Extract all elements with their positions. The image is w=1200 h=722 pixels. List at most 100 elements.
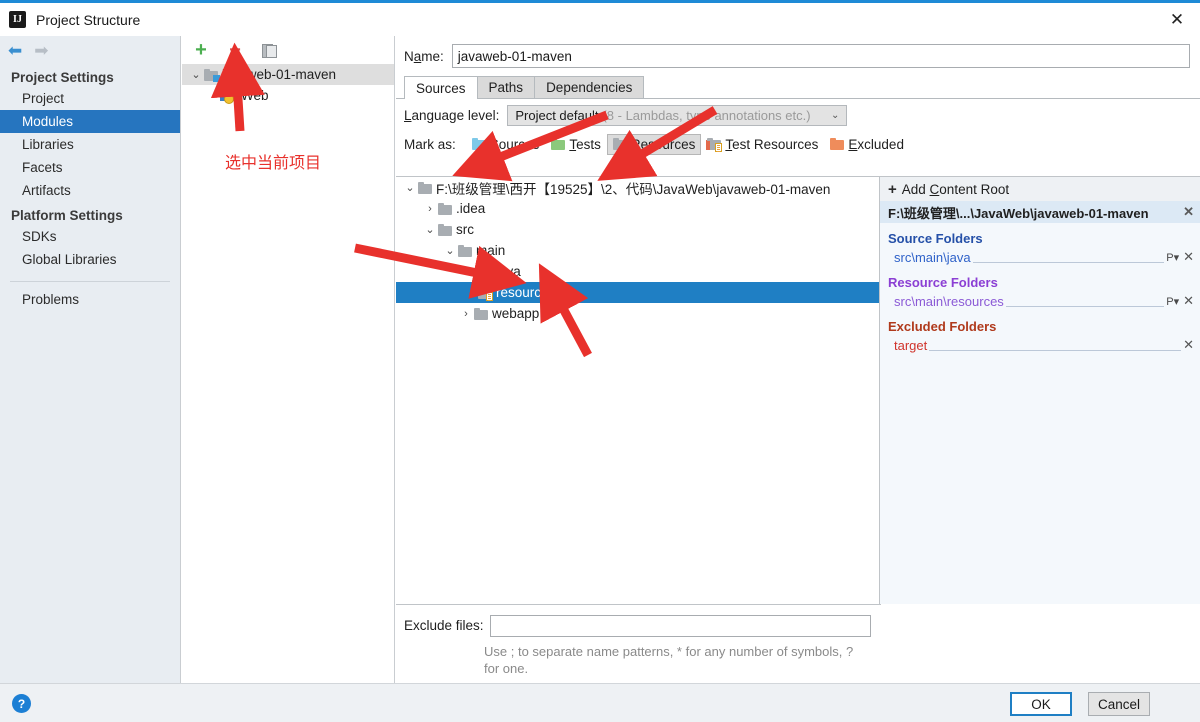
sidebar-item-modules[interactable]: Modules [0, 110, 180, 133]
sidebar-item-label: Libraries [22, 137, 74, 152]
modules-panel: + − ⌄ javaweb-01-maven Web [182, 36, 395, 683]
remove-source-folder-icon[interactable]: ✕ [1183, 249, 1194, 265]
settings-sidebar: ⬅ ➡ Project Settings Project Modules Lib… [0, 36, 181, 683]
editor-tabs: Sources Paths Dependencies [396, 76, 1200, 99]
chevron-right-icon[interactable]: › [422, 203, 438, 215]
remove-content-root-icon[interactable]: ✕ [1183, 204, 1194, 220]
sidebar-item-label: Artifacts [22, 183, 71, 198]
sidebar-item-global-libraries[interactable]: Global Libraries [0, 248, 180, 271]
annotation-note-cn: 选中当前项目 [225, 149, 321, 173]
tree-row-main[interactable]: ⌄ main [396, 240, 879, 261]
module-tree-row-web[interactable]: Web [182, 85, 394, 106]
tree-row-src[interactable]: ⌄ src [396, 219, 879, 240]
remove-resource-folder-icon[interactable]: ✕ [1183, 293, 1194, 309]
close-icon[interactable]: ✕ [1154, 3, 1200, 36]
module-name-input[interactable]: javaweb-01-maven [452, 44, 1190, 68]
title-bar: IJ Project Structure ✕ [0, 3, 1200, 36]
back-arrow-icon[interactable]: ⬅ [8, 42, 22, 59]
tree-row-label: java [496, 264, 521, 279]
add-content-root-label: Add Content Root [902, 182, 1009, 197]
modules-toolbar: + − [182, 36, 394, 64]
content-file-tree: ⌄ F:\班级管理\西开【19525】\2、代码\JavaWeb\javaweb… [396, 177, 880, 604]
tree-row-idea[interactable]: › .idea [396, 198, 879, 219]
sidebar-item-problems[interactable]: Problems [0, 288, 180, 311]
remove-icon[interactable]: − [226, 41, 244, 59]
source-folders-title: Source Folders [880, 223, 1200, 247]
content-root-path: F:\班级管理\...\JavaWeb\javaweb-01-maven [888, 203, 1149, 222]
mark-as-label-excluded: Excluded [848, 137, 904, 152]
ok-button[interactable]: OK [1010, 692, 1072, 716]
source-folder-path: src\main\java [894, 250, 971, 265]
forward-arrow-icon[interactable]: ➡ [34, 42, 48, 59]
chevron-down-icon[interactable]: ⌄ [442, 244, 458, 257]
package-prefix-icon[interactable]: P▾ [1166, 295, 1179, 308]
excluded-folders-title: Excluded Folders [880, 311, 1200, 335]
excluded-folder-icon [830, 138, 844, 150]
tree-row-label: .idea [456, 201, 485, 216]
project-structure-dialog: IJ Project Structure ✕ ⬅ ➡ Project Setti… [0, 0, 1200, 722]
resource-folder-entry[interactable]: src\main\resources P▾ ✕ [880, 291, 1200, 311]
language-level-select[interactable]: Project default (8 - Lambdas, type annot… [507, 105, 847, 126]
sidebar-item-project[interactable]: Project [0, 87, 180, 110]
mark-as-row: Mark as: Sources Tests Resources Test Re… [396, 131, 1200, 157]
exclude-files-section: Exclude files: Use ; to separate name pa… [396, 604, 881, 683]
tests-folder-icon [551, 138, 565, 150]
exclude-files-input[interactable] [490, 615, 871, 637]
tree-row-label: src [456, 222, 474, 237]
mark-as-tests-button[interactable]: Tests [545, 134, 607, 155]
resource-folder-path: src\main\resources [894, 294, 1004, 309]
tree-row-label: F:\班级管理\西开【19525】\2、代码\JavaWeb\javaweb-0… [436, 178, 830, 198]
resources-folder-icon [613, 138, 627, 150]
folder-icon [474, 308, 488, 320]
remove-excluded-folder-icon[interactable]: ✕ [1183, 337, 1194, 353]
chevron-down-icon[interactable]: ⌄ [188, 68, 204, 81]
chevron-right-icon[interactable]: › [458, 308, 474, 320]
tab-sources[interactable]: Sources [404, 76, 478, 99]
tab-paths[interactable]: Paths [477, 76, 536, 98]
mark-as-excluded-button[interactable]: Excluded [824, 134, 910, 155]
excluded-folder-entry[interactable]: target ✕ [880, 335, 1200, 355]
mark-as-test-resources-button[interactable]: Test Resources [701, 134, 824, 155]
package-prefix-icon[interactable]: P▾ [1166, 251, 1179, 264]
window-title: Project Structure [36, 12, 140, 28]
excluded-folder-path: target [894, 338, 927, 353]
intellij-idea-icon: IJ [9, 11, 26, 28]
mark-as-label-tests: Tests [569, 137, 601, 152]
sidebar-group-platform-settings: Platform Settings [0, 202, 180, 225]
module-label: javaweb-01-maven [222, 67, 336, 82]
sidebar-item-artifacts[interactable]: Artifacts [0, 179, 180, 202]
source-folder-entry[interactable]: src\main\java P▾ ✕ [880, 247, 1200, 267]
module-editor: Name: javaweb-01-maven Sources Paths Dep… [396, 36, 1200, 683]
sidebar-item-label: Global Libraries [22, 252, 117, 267]
sidebar-divider [10, 281, 170, 282]
cancel-button[interactable]: Cancel [1088, 692, 1150, 716]
tree-row-webapp[interactable]: › webapp [396, 303, 879, 324]
tree-row-java[interactable]: java [396, 261, 879, 282]
chevron-down-icon[interactable]: ⌄ [402, 181, 418, 194]
sidebar-item-label: Modules [22, 114, 73, 129]
sidebar-item-libraries[interactable]: Libraries [0, 133, 180, 156]
tab-dependencies[interactable]: Dependencies [534, 76, 644, 98]
sidebar-item-sdks[interactable]: SDKs [0, 225, 180, 248]
mark-as-label-resources: Resources [631, 137, 696, 152]
tree-row-label: main [476, 243, 505, 258]
source-folder-icon [478, 266, 492, 278]
sources-split-area: ⌄ F:\班级管理\西开【19525】\2、代码\JavaWeb\javaweb… [396, 176, 1200, 604]
module-name-row: Name: javaweb-01-maven [396, 36, 1200, 76]
add-content-root-button[interactable]: + Add Content Root [880, 177, 1200, 201]
language-level-label: Language level: [404, 108, 499, 123]
tree-row-root[interactable]: ⌄ F:\班级管理\西开【19525】\2、代码\JavaWeb\javaweb… [396, 177, 879, 198]
help-icon[interactable]: ? [12, 694, 31, 713]
chevron-down-icon[interactable]: ⌄ [831, 110, 839, 121]
tree-row-resources[interactable]: resources [396, 282, 879, 303]
plus-icon: + [888, 181, 897, 198]
resource-folders-title: Resource Folders [880, 267, 1200, 291]
sidebar-item-facets[interactable]: Facets [0, 156, 180, 179]
copy-icon[interactable] [260, 41, 278, 59]
chevron-down-icon[interactable]: ⌄ [422, 223, 438, 236]
module-tree-row-javaweb-01-maven[interactable]: ⌄ javaweb-01-maven [182, 64, 394, 85]
add-icon[interactable]: + [192, 41, 210, 59]
mark-as-sources-button[interactable]: Sources [466, 134, 546, 155]
name-label: Name: [404, 49, 444, 64]
mark-as-resources-button[interactable]: Resources [607, 134, 702, 155]
